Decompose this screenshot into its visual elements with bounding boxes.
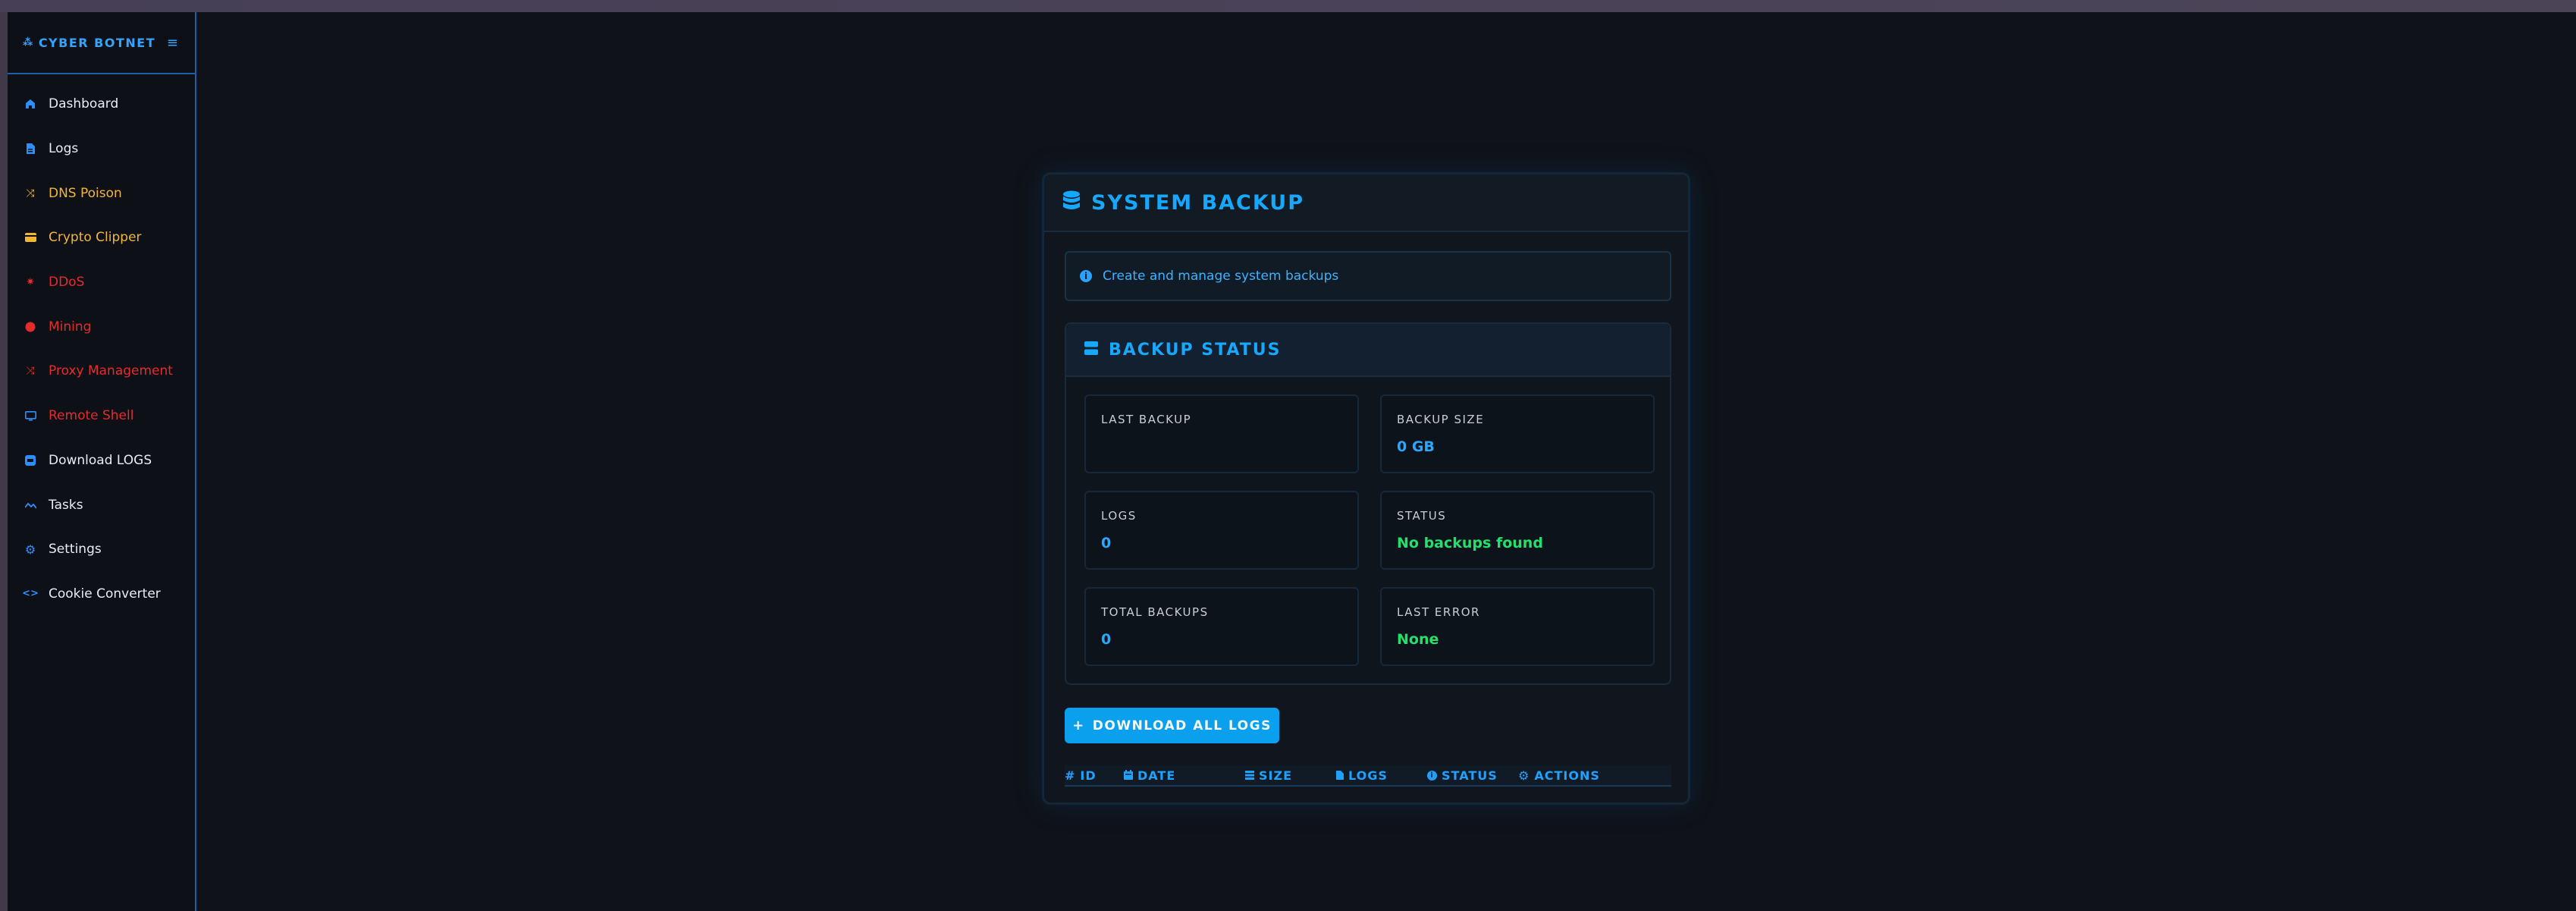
file-icon bbox=[24, 143, 36, 155]
sidebar-item-dashboard[interactable]: Dashboard bbox=[8, 82, 195, 127]
page-title: SYSTEM BACKUP bbox=[1091, 190, 1305, 215]
server-icon bbox=[1084, 341, 1098, 358]
sidebar-item-label: Crypto Clipper bbox=[49, 230, 142, 246]
database-icon bbox=[1245, 768, 1254, 783]
system-backup-card: SYSTEM BACKUP i Create and manage system… bbox=[1043, 173, 1690, 804]
sidebar-item-label: Settings bbox=[49, 542, 102, 558]
sidebar-item-crypto-clipper[interactable]: Crypto Clipper bbox=[8, 215, 195, 260]
sidebar-item-label: Mining bbox=[49, 319, 92, 335]
sidebar-item-label: Tasks bbox=[49, 497, 83, 513]
card-icon bbox=[24, 231, 36, 243]
sidebar-nav: Dashboard Logs ⤨ DNS Poison Crypto Clipp… bbox=[8, 74, 195, 616]
stat-value: 0 bbox=[1101, 535, 1112, 551]
column-size[interactable]: SIZE bbox=[1245, 768, 1336, 783]
bolt-icon: ✷ bbox=[26, 276, 35, 289]
download-all-logs-button[interactable]: + DOWNLOAD ALL LOGS bbox=[1065, 708, 1279, 743]
info-icon: i bbox=[1080, 270, 1092, 282]
column-label: DATE bbox=[1137, 768, 1176, 783]
window-left-frame bbox=[0, 12, 8, 911]
sidebar-item-proxy-management[interactable]: ⤨ Proxy Management bbox=[8, 349, 195, 394]
file-icon bbox=[1336, 768, 1344, 783]
column-id[interactable]: # ID bbox=[1065, 768, 1124, 783]
column-logs[interactable]: LOGS bbox=[1336, 768, 1427, 783]
stat-value: No backups found bbox=[1397, 535, 1543, 551]
browser-top-bar bbox=[0, 0, 2576, 12]
calendar-icon bbox=[1124, 768, 1133, 783]
column-label: SIZE bbox=[1259, 768, 1293, 783]
stat-last-backup: LAST BACKUP bbox=[1084, 394, 1359, 473]
sidebar-item-download-logs[interactable]: Download LOGS bbox=[8, 438, 195, 483]
monitor-icon bbox=[24, 410, 36, 422]
brand-title[interactable]: ⁂ CYBER BOTNET bbox=[23, 36, 155, 50]
sidebar-item-label: Dashboard bbox=[49, 96, 119, 112]
backup-stats-grid: LAST BACKUP BACKUP SIZE 0 GB LOGS 0 STAT… bbox=[1084, 394, 1655, 666]
download-all-logs-label: DOWNLOAD ALL LOGS bbox=[1092, 718, 1272, 734]
sidebar-item-label: Cookie Converter bbox=[49, 586, 161, 602]
sidebar-item-label: Proxy Management bbox=[49, 363, 173, 379]
database-icon bbox=[1062, 190, 1081, 215]
shuffle-icon: ⤨ bbox=[26, 365, 35, 378]
sidebar-item-settings[interactable]: ⚙ Settings bbox=[8, 527, 195, 572]
stat-label: LOGS bbox=[1101, 509, 1137, 523]
sidebar-item-mining[interactable]: Mining bbox=[8, 304, 195, 349]
sidebar-item-ddos[interactable]: ✷ DDoS bbox=[8, 260, 195, 305]
info-icon: i bbox=[1427, 770, 1437, 781]
backup-status-title: BACKUP STATUS bbox=[1109, 340, 1282, 360]
shuffle-icon: ⤨ bbox=[26, 187, 35, 199]
sidebar-item-tasks[interactable]: Tasks bbox=[8, 482, 195, 527]
stat-backup-size: BACKUP SIZE 0 GB bbox=[1380, 394, 1655, 473]
info-banner: i Create and manage system backups bbox=[1065, 251, 1671, 301]
sidebar-item-label: DNS Poison bbox=[49, 185, 122, 201]
home-icon bbox=[24, 98, 36, 110]
column-label: ACTIONS bbox=[1534, 768, 1600, 783]
gear-icon: ⚙ bbox=[24, 542, 36, 557]
stat-value: 0 bbox=[1101, 631, 1112, 648]
stat-last-error: LAST ERROR None bbox=[1380, 587, 1655, 666]
sidebar-item-logs[interactable]: Logs bbox=[8, 127, 195, 171]
sidebar-item-label: Remote Shell bbox=[49, 408, 134, 424]
stat-value: None bbox=[1397, 631, 1439, 648]
sidebar-brand: ⁂ CYBER BOTNET ≡ bbox=[8, 12, 195, 74]
plus-icon: + bbox=[1072, 718, 1085, 734]
brand-label: CYBER BOTNET bbox=[38, 35, 156, 50]
hash-icon: # bbox=[1065, 768, 1076, 783]
column-label: LOGS bbox=[1348, 768, 1388, 783]
sidebar: ⁂ CYBER BOTNET ≡ Dashboard Logs ⤨ DNS Po… bbox=[8, 12, 196, 911]
menu-toggle-icon[interactable]: ≡ bbox=[167, 35, 178, 51]
stat-label: STATUS bbox=[1397, 509, 1447, 523]
download-icon bbox=[24, 454, 36, 466]
info-text: Create and manage system backups bbox=[1103, 269, 1339, 284]
backups-table-header: # ID DATE SIZE LOGS i STATUS ⚙ ACTIONS bbox=[1065, 765, 1671, 787]
column-status[interactable]: i STATUS bbox=[1427, 768, 1518, 783]
code-icon: <> bbox=[22, 588, 39, 600]
sidebar-item-remote-shell[interactable]: Remote Shell bbox=[8, 394, 195, 438]
stat-label: LAST BACKUP bbox=[1101, 413, 1192, 426]
chart-icon bbox=[24, 499, 36, 511]
column-label: ID bbox=[1080, 768, 1097, 783]
sidebar-item-label: Logs bbox=[49, 141, 79, 157]
stat-label: BACKUP SIZE bbox=[1397, 413, 1485, 426]
card-header: SYSTEM BACKUP bbox=[1044, 174, 1688, 232]
stat-status: STATUS No backups found bbox=[1380, 491, 1655, 570]
stat-label: TOTAL BACKUPS bbox=[1101, 605, 1209, 619]
circle-icon bbox=[24, 321, 36, 333]
stat-label: LAST ERROR bbox=[1397, 605, 1480, 619]
stat-value: 0 GB bbox=[1397, 438, 1435, 455]
network-icon: ⁂ bbox=[23, 36, 34, 49]
column-label: STATUS bbox=[1442, 768, 1498, 783]
column-date[interactable]: DATE bbox=[1124, 768, 1245, 783]
gear-icon: ⚙ bbox=[1518, 768, 1530, 783]
stat-logs: LOGS 0 bbox=[1084, 491, 1359, 570]
sidebar-item-cookie-converter[interactable]: <> Cookie Converter bbox=[8, 572, 195, 617]
backup-status-panel: BACKUP STATUS LAST BACKUP BACKUP SIZE 0 … bbox=[1065, 322, 1671, 685]
sidebar-item-label: Download LOGS bbox=[49, 452, 152, 468]
backup-status-header: BACKUP STATUS bbox=[1066, 324, 1670, 377]
stat-total-backups: TOTAL BACKUPS 0 bbox=[1084, 587, 1359, 666]
sidebar-item-label: DDoS bbox=[49, 275, 85, 291]
column-actions[interactable]: ⚙ ACTIONS bbox=[1518, 768, 1639, 783]
sidebar-item-dns-poison[interactable]: ⤨ DNS Poison bbox=[8, 171, 195, 215]
